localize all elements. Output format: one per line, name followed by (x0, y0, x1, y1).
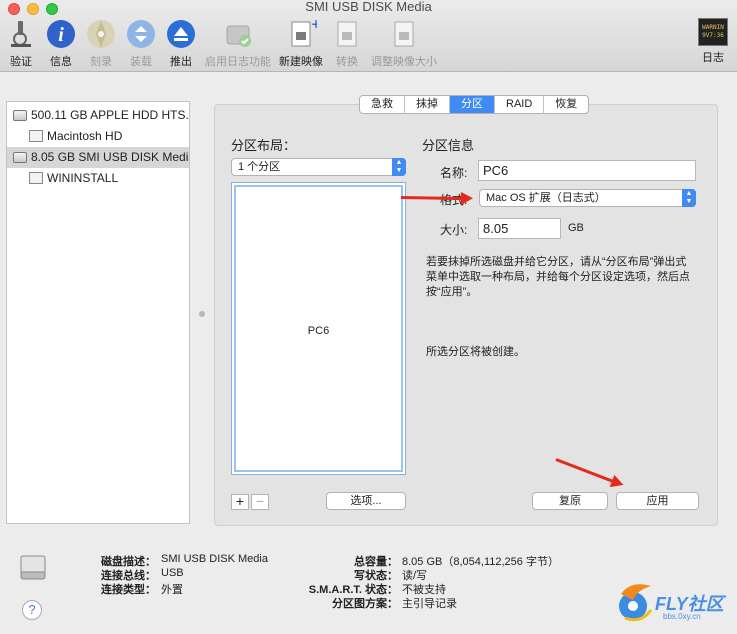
tab-partition[interactable]: 分区 (450, 96, 495, 113)
eject-icon (165, 18, 197, 50)
size-label: 大小: (440, 223, 468, 237)
burn-disc-icon (85, 18, 117, 50)
sidebar-item-macintosh-hd[interactable]: Macintosh HD (7, 126, 189, 147)
sidebar-item-apple-hdd[interactable]: 500.11 GB APPLE HDD HTS... (7, 105, 189, 126)
tab-erase[interactable]: 抹掉 (405, 96, 450, 113)
svg-text:+: + (311, 18, 317, 31)
new-image-icon: + (285, 17, 321, 50)
mount-icon (125, 18, 157, 50)
info-icon: i (45, 18, 77, 50)
name-label: 名称: (440, 166, 468, 180)
usb-drive-icon (13, 152, 27, 163)
journal-icon (222, 18, 254, 50)
info-value-bus: USB (161, 567, 184, 579)
info-key-connection: 连接类型： (101, 584, 156, 596)
revert-button[interactable]: 复原 (532, 492, 608, 510)
popup-arrows-icon: ▲ ▼ (682, 189, 696, 207)
toolbar: SMI USB DISK Media 验证 i 信息 刻录 装载 推出 启用日志… (0, 0, 737, 72)
watermark-logo: FLY社区 bbs.0xy.cn (611, 578, 731, 626)
tab-first-aid[interactable]: 急救 (360, 96, 405, 113)
convert-icon (331, 18, 363, 50)
toolbar-info-button[interactable]: i 信息 (44, 18, 78, 68)
toolbar-log-button[interactable]: WARNIN 9V7:36 日志 (696, 18, 730, 68)
info-value-description: SMI USB DISK Media (161, 553, 268, 565)
info-value-partition-scheme: 主引导记录 (402, 598, 457, 610)
info-value-connection: 外置 (161, 584, 183, 596)
size-unit: GB (568, 222, 584, 234)
microscope-icon (5, 18, 37, 50)
partition-info-title: 分区信息 (422, 138, 475, 153)
help-button[interactable]: ? (22, 600, 42, 620)
toolbar-convert-button[interactable]: 转换 (330, 18, 364, 68)
toolbar-enable-journal-button[interactable]: 启用日志功能 (204, 18, 272, 68)
remove-partition-button[interactable]: − (251, 494, 269, 510)
hard-drive-icon (13, 110, 27, 121)
resize-image-icon (388, 18, 420, 50)
toolbar-burn-button[interactable]: 刻录 (84, 18, 118, 68)
partition-format-select[interactable]: Mac OS 扩展（日志式） ▲ ▼ (479, 189, 696, 207)
toolbar-eject-button[interactable]: 推出 (164, 18, 198, 68)
volume-icon (29, 130, 43, 142)
log-console-icon: WARNIN 9V7:36 (698, 18, 728, 46)
partition-layout-map: PC6 (231, 182, 406, 475)
toolbar-verify-button[interactable]: 验证 (4, 18, 38, 68)
info-key-partition-scheme: 分区图方案： (332, 598, 398, 610)
tab-raid[interactable]: RAID (495, 96, 545, 113)
toolbar-resize-image-button[interactable]: 调整映像大小 (370, 18, 438, 68)
popup-arrows-icon: ▲ ▼ (392, 158, 406, 176)
partition-layout-title: 分区布局： (231, 138, 297, 153)
partition-size-field[interactable]: 8.05 (478, 218, 561, 239)
tab-bar: 急救 抹掉 分区 RAID 恢复 (359, 95, 590, 114)
sidebar-item-wininstall[interactable]: WININSTALL (7, 168, 189, 189)
toolbar-new-image-button[interactable]: + 新建映像 (278, 17, 324, 68)
disk-list-sidebar[interactable]: 500.11 GB APPLE HDD HTS... Macintosh HD … (6, 101, 190, 524)
toolbar-mount-button[interactable]: 装载 (124, 18, 158, 68)
partition-block-pc6[interactable]: PC6 (234, 185, 403, 472)
partition-status: 所选分区将被创建。 (426, 346, 525, 358)
partition-name-field[interactable]: PC6 (478, 160, 696, 181)
volume-icon (29, 172, 43, 184)
svg-text:i: i (58, 24, 64, 46)
tab-restore[interactable]: 恢复 (544, 96, 588, 113)
add-partition-button[interactable]: + (231, 494, 249, 510)
disk-icon (19, 554, 47, 582)
partition-instructions: 若要抹掉所选磁盘并给它分区，请从“分区布局”弹出式菜单中选取一种布局，并给每个分… (426, 256, 690, 298)
sidebar-item-smi-usb-disk[interactable]: 8.05 GB SMI USB DISK Media (7, 147, 189, 168)
split-view-handle[interactable] (199, 311, 205, 317)
partition-layout-select[interactable]: 1 个分区 ▲ ▼ (231, 158, 406, 176)
window-title: SMI USB DISK Media (305, 0, 432, 14)
fly-community-logo-icon (619, 584, 653, 622)
apply-button[interactable]: 应用 (616, 492, 699, 510)
options-button[interactable]: 选项... (326, 492, 406, 510)
